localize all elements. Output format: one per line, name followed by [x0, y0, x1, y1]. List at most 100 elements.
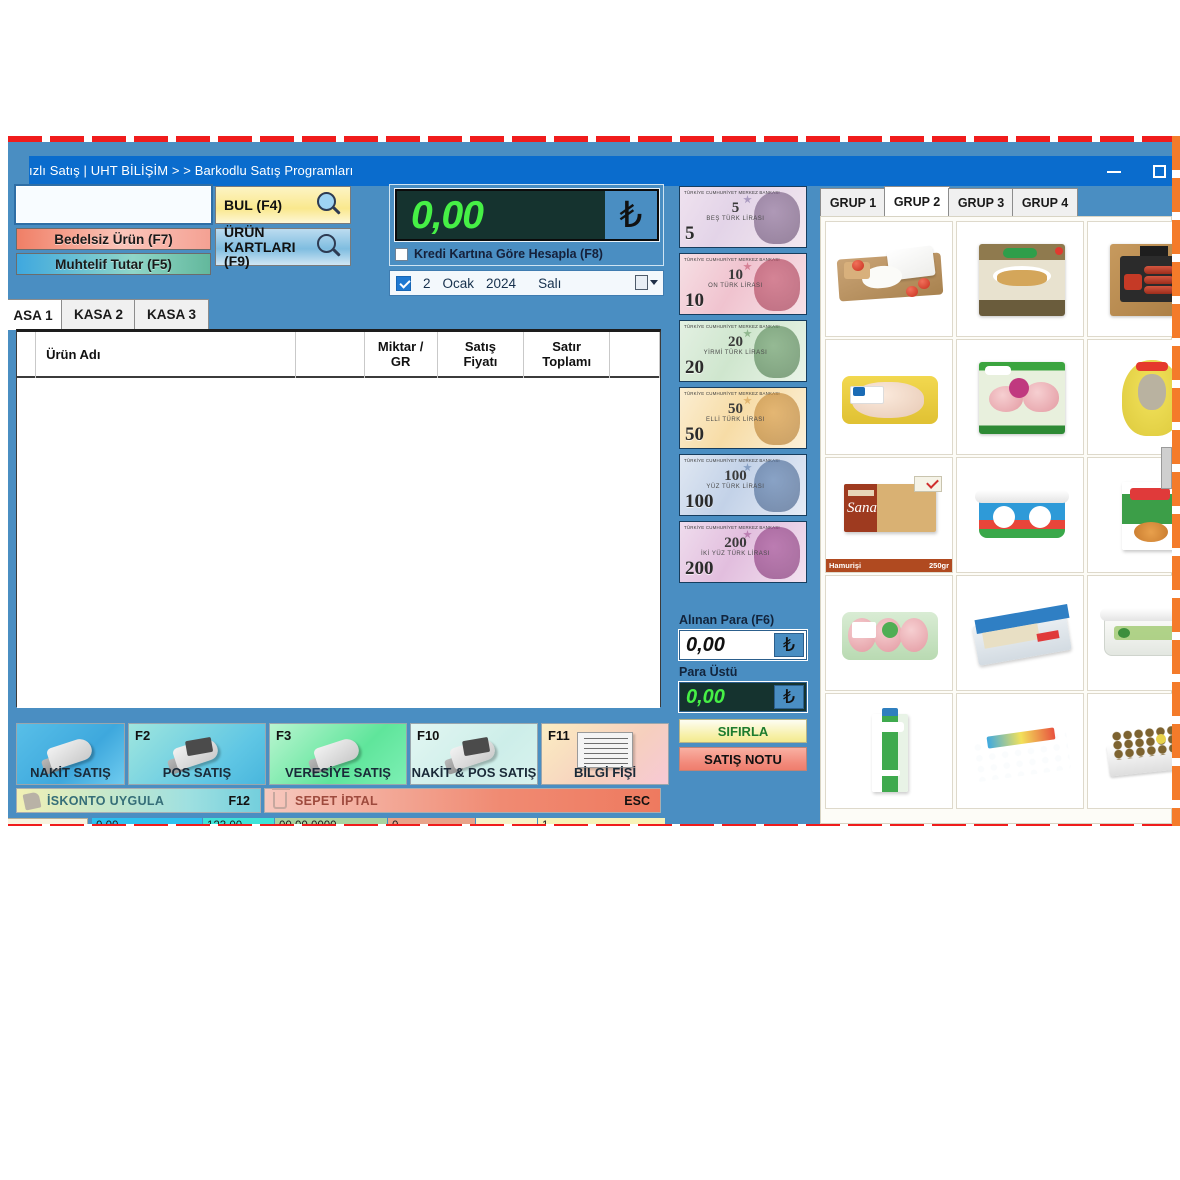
sifirla-button[interactable]: SIFIRLA [679, 719, 807, 743]
grid-col-urun-adi: Ürün Adı [36, 332, 296, 378]
banknote-50[interactable]: TÜRKİYE CUMHURİYET MERKEZ BANKASI 50 ELL… [679, 387, 807, 449]
tab-kasa-1-label: ASA 1 [13, 307, 53, 323]
nakit-pos-satis-label: NAKİT & POS SATIŞ [411, 765, 537, 780]
bedelsiz-urun-button[interactable]: Bedelsiz Ürün (F7) [16, 228, 211, 250]
urun-kartlari-button[interactable]: ÜRÜN KARTLARI (F9) [215, 225, 351, 269]
banknote-5[interactable]: TÜRKİYE CUMHURİYET MERKEZ BANKASI 5 BEŞ … [679, 186, 807, 248]
sales-panel: Bedelsiz Ürün (F7) Muhtelif Tutar (F5) B… [8, 184, 671, 824]
para-ustu-lira-button[interactable]: ₺ [774, 685, 804, 709]
product-tile-yumurta-viyol[interactable] [956, 693, 1084, 809]
alinan-para-field[interactable]: 0,00 ₺ [678, 629, 808, 661]
sale-items-grid[interactable]: Ürün Adı Miktar / GR Satış Fiyatı Satır Top… [16, 329, 661, 708]
tab-grup-2[interactable]: GRUP 2 [884, 186, 950, 216]
calendar-icon [635, 275, 648, 290]
status-spacer-value [476, 818, 537, 824]
product-tile-tavuk-sari-paket[interactable] [1087, 339, 1172, 455]
alinan-para-label: Alınan Para (F6) [679, 613, 775, 627]
product-grid-scrollbar[interactable] [1161, 447, 1172, 489]
product-tile-hindi-fume-paket[interactable] [956, 339, 1084, 455]
product-tile-salam-dilim-tepsi[interactable] [825, 575, 953, 691]
grid-col-blank [296, 332, 365, 378]
tag-icon [22, 791, 42, 811]
calendar-dropdown-button[interactable] [635, 275, 658, 290]
barcode-input[interactable] [14, 184, 213, 225]
date-day[interactable]: 2 [423, 276, 431, 291]
tab-kasa-2[interactable]: KASA 2 [61, 299, 136, 329]
total-amount: 0,00 [411, 194, 484, 237]
banknote-5-value: 5 [685, 223, 695, 244]
date-year[interactable]: 2024 [486, 276, 516, 291]
veresiye-satis-fkey: F3 [276, 728, 292, 743]
tab-grup-3[interactable]: GRUP 3 [948, 188, 1014, 216]
banknote-200[interactable]: TÜRKİYE CUMHURİYET MERKEZ BANKASI 200 İK… [679, 521, 807, 583]
product-tile-beyaz-peynir-kase[interactable] [956, 457, 1084, 573]
date-picker[interactable]: 2 Ocak 2024 Salı [389, 270, 664, 296]
tab-kasa-1[interactable]: ASA 1 [8, 299, 68, 330]
product-tile-sut-kutusu-yesil[interactable] [825, 693, 953, 809]
caption-right: 250gr [928, 561, 949, 570]
minimize-icon [1107, 171, 1121, 173]
bilgi-fisi-button[interactable]: F11 BİLGİ FİŞİ [541, 723, 669, 785]
pos-application-window: ızlı Satış | UHT BİLİŞİM > > Barkodlu Sa… [8, 142, 1172, 824]
banknote-50-value: 50 [685, 424, 704, 445]
tab-grup-2-label: GRUP 2 [893, 194, 941, 209]
bul-button[interactable]: BUL (F4) [215, 186, 351, 224]
product-tile-zeytin-tabak[interactable] [1087, 693, 1172, 809]
veresiye-satis-button[interactable]: F3 VERESİYE SATIŞ [269, 723, 407, 785]
status-mevcut-adet-value: 0 [388, 818, 475, 824]
product-image-tavuk-but-tepsi [826, 340, 952, 454]
sepet-iptal-key: ESC [624, 793, 650, 808]
pos-satis-label: POS SATIŞ [162, 765, 232, 780]
banknote-20-sub: YİRMİ TÜRK LİRASI [703, 349, 768, 356]
nakit-satis-label: NAKİT SATIŞ [30, 765, 111, 780]
banknote-10-sub: ON TÜRK LİRASI [708, 282, 763, 289]
ekrani-button[interactable]: i Ekranı > [8, 818, 88, 824]
banknote-10[interactable]: TÜRKİYE CUMHURİYET MERKEZ BANKASI 10 ON … [679, 253, 807, 315]
product-tile-peynir-paket-mavi[interactable] [956, 575, 1084, 691]
banknote-200-value: 200 [685, 558, 714, 579]
tab-kasa-3[interactable]: KASA 3 [134, 299, 209, 329]
product-image-salam-dilim-tepsi [826, 576, 952, 690]
minimize-button[interactable] [1091, 156, 1137, 186]
product-tile-yaprak-bilic-doner[interactable] [956, 221, 1084, 337]
credit-card-calc-label: Kredi Kartına Göre Hesapla (F8) [414, 247, 603, 261]
product-tile-tavuk-but-tepsi[interactable] [825, 339, 953, 455]
pos-satis-button[interactable]: F2 POS SATIŞ [128, 723, 266, 785]
banknote-50-center: 50 [727, 401, 743, 418]
alinan-para-lira-button[interactable]: ₺ [774, 633, 804, 657]
tab-grup-4[interactable]: GRUP 4 [1012, 188, 1078, 216]
grid-col-selector [17, 332, 37, 378]
product-tile-beyaz-peynir-tahta[interactable] [825, 221, 953, 337]
status-nakit-fiyati-value: 123,00 [203, 818, 274, 824]
date-enabled-checkbox[interactable] [396, 275, 411, 291]
frame-edge-right [1172, 136, 1180, 826]
status-toplam-satis-islemi: 1 Toplam Satış İşlemi [538, 818, 665, 824]
para-ustu-field: 0,00 ₺ [678, 681, 808, 713]
muhtelif-tutar-button[interactable]: Muhtelif Tutar (F5) [16, 253, 211, 275]
grid-body[interactable] [17, 380, 660, 708]
satis-notu-button[interactable]: SATIŞ NOTU [679, 747, 807, 771]
maximize-button[interactable] [1137, 156, 1172, 186]
veresiye-satis-label: VERESİYE SATIŞ [285, 765, 391, 780]
tab-grup-1-label: GRUP 1 [829, 195, 877, 210]
nakit-pos-satis-button[interactable]: F10 NAKİT & POS SATIŞ [410, 723, 538, 785]
product-image-hindi-fume-paket [957, 340, 1083, 454]
product-tile-sosis-paket[interactable] [1087, 221, 1172, 337]
credit-card-calc-checkbox[interactable] [395, 247, 408, 261]
product-tile-icim-sut-kutu[interactable] [1087, 457, 1172, 573]
iskonto-uygula-button[interactable]: İSKONTO UYGULA F12 [16, 788, 261, 813]
nakit-satis-button[interactable]: NAKİT SATIŞ [16, 723, 125, 785]
date-month[interactable]: Ocak [443, 276, 475, 291]
product-tile-sana-margarin[interactable]: Sana Hamurişi 250gr [825, 457, 953, 573]
banknote-20-value: 20 [685, 357, 704, 378]
sepet-iptal-button[interactable]: SEPET İPTAL ESC [264, 788, 661, 813]
banknote-20[interactable]: TÜRKİYE CUMHURİYET MERKEZ BANKASI 20 YİR… [679, 320, 807, 382]
product-tile-yogurt-kova[interactable] [1087, 575, 1172, 691]
banknote-100[interactable]: TÜRKİYE CUMHURİYET MERKEZ BANKASI 100 YÜ… [679, 454, 807, 516]
urun-kartlari-label-1: ÜRÜN [224, 223, 265, 240]
action-button-row: İSKONTO UYGULA F12 SEPET İPTAL ESC [16, 788, 661, 813]
status-kredi-karti-fiyati: 0,00 Kredi Kartı Fiyatı [92, 818, 202, 824]
tab-grup-1[interactable]: GRUP 1 [820, 188, 886, 216]
credit-card-calc-row[interactable]: Kredi Kartına Göre Hesapla (F8) [395, 245, 659, 263]
product-image-yumurta-viyol [957, 694, 1083, 808]
